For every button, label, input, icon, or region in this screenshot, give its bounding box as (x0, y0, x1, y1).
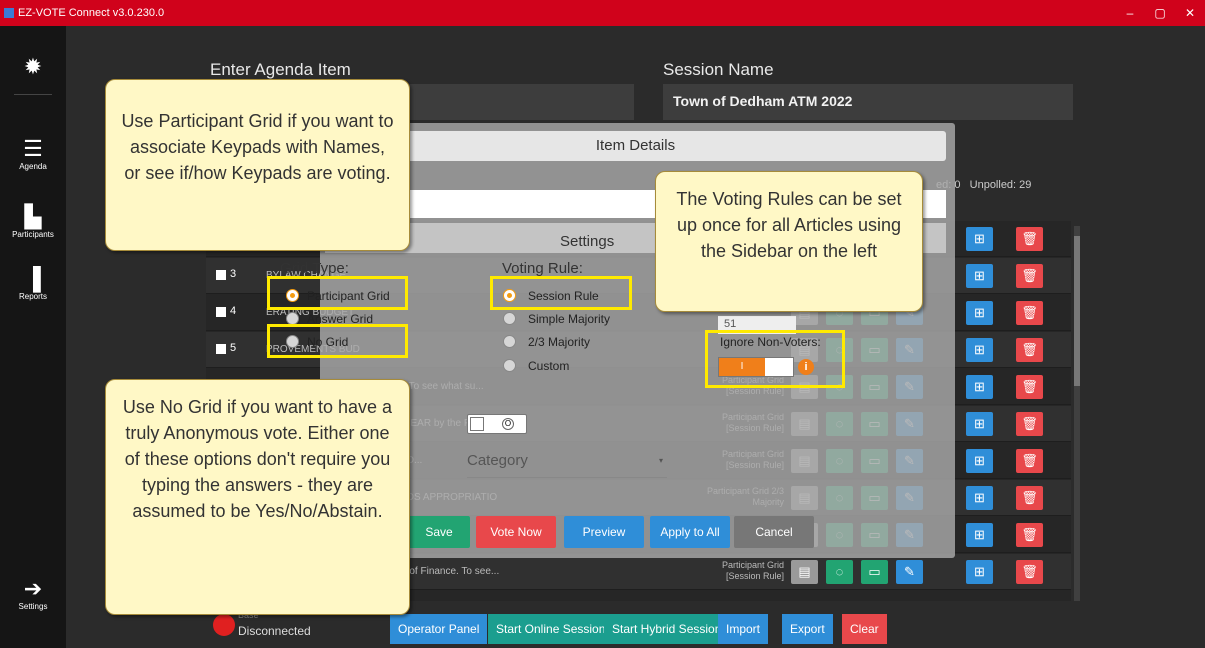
add-icon[interactable]: ⊞ (966, 412, 993, 436)
arrow-right-icon: ➔ (23, 576, 43, 601)
edit-icon[interactable]: ✎ (896, 560, 923, 584)
callout-participant-grid: Use Participant Grid if you want to asso… (105, 79, 410, 251)
sidebar-item-label: Reports (18, 292, 47, 301)
apply-to-all-button[interactable]: Apply to All (650, 516, 730, 548)
add-icon[interactable]: ⊞ (966, 375, 993, 399)
add-icon[interactable]: ⊞ (966, 449, 993, 473)
chat-icon[interactable]: ◌ (826, 560, 853, 584)
start-online-session-button[interactable]: Start Online Session (488, 614, 614, 644)
add-icon[interactable]: ⊞ (966, 560, 993, 584)
start-hybrid-session-button[interactable]: Start Hybrid Session (604, 614, 730, 644)
callout-no-grid: Use No Grid if you want to have a truly … (105, 379, 410, 615)
two-thirds-majority-radio[interactable] (503, 335, 516, 348)
sidebar-item-settings[interactable]: ➔ Settings (0, 576, 66, 611)
trash-icon[interactable]: 🗑 (1016, 227, 1043, 251)
trash-icon[interactable]: 🗑 (1016, 375, 1043, 399)
settings-heading: Settings (560, 233, 615, 250)
chevron-down-icon: ▾ (658, 456, 663, 465)
add-icon[interactable]: ⊞ (966, 301, 993, 325)
keypad-icon: ▙ (24, 204, 42, 229)
row-rule: Participant Grid [Session Rule] (721, 560, 784, 581)
clear-button[interactable]: Clear (842, 614, 887, 644)
toggle-knob (470, 417, 484, 431)
sidebar-item-label: Participants (12, 230, 54, 239)
export-button[interactable]: Export (782, 614, 833, 644)
operator-panel-button[interactable]: Operator Panel (390, 614, 488, 644)
add-icon[interactable]: ⊞ (966, 338, 993, 362)
close-button[interactable]: ✕ (1175, 6, 1205, 20)
sidebar: ✹ ☰ Agenda ▙ Participants ▐ Reports ➔ Se… (0, 26, 66, 648)
sidebar-item-participants[interactable]: ▙ Participants (0, 204, 66, 239)
custom-rule-radio[interactable] (503, 359, 516, 372)
toggle-off-symbol: O (502, 418, 514, 430)
row-number: 4 (230, 305, 237, 317)
sidebar-divider (14, 94, 52, 95)
custom-rule-label: Custom (528, 359, 570, 373)
minimize-button[interactable]: – (1115, 6, 1145, 20)
clipboard-icon[interactable]: ▤ (791, 560, 818, 584)
sidebar-item-agenda[interactable]: ☰ Agenda (0, 136, 66, 171)
dialog-title: Item Details (325, 131, 946, 161)
trash-icon[interactable]: 🗑 (1016, 338, 1043, 362)
voting-rule-label: Voting Rule: (502, 260, 583, 277)
preview-button[interactable]: Preview (564, 516, 644, 548)
session-label: Session Name (663, 60, 774, 79)
window-title: EZ-VOTE Connect v3.0.230.0 (18, 7, 165, 19)
highlight-no-grid (267, 324, 408, 358)
highlight-ignore-non-voters (705, 330, 845, 388)
row-number: 5 (230, 342, 237, 354)
anonymous-toggle[interactable]: O (467, 414, 527, 434)
app-icon (4, 8, 14, 18)
sidebar-item-label: Settings (18, 602, 48, 611)
simple-majority-radio[interactable] (503, 312, 516, 325)
bar-chart-icon: ▐ (25, 266, 41, 291)
agenda-label: Enter Agenda Item (210, 60, 351, 79)
trash-icon[interactable]: 🗑 (1016, 486, 1043, 510)
add-icon[interactable]: ⊞ (966, 523, 993, 547)
trash-icon[interactable]: 🗑 (1016, 449, 1043, 473)
vote-now-button[interactable]: Vote Now (476, 516, 556, 548)
row-number: 3 (230, 268, 237, 280)
add-icon[interactable]: ⊞ (966, 227, 993, 251)
highlight-session-rule (490, 276, 632, 310)
add-icon[interactable]: ⊞ (966, 486, 993, 510)
row-checkbox[interactable] (216, 307, 226, 317)
category-placeholder: Category (467, 452, 528, 469)
sidebar-item-reports[interactable]: ▐ Reports (0, 266, 66, 301)
trash-icon[interactable]: 🗑 (1016, 560, 1043, 584)
trash-icon[interactable]: 🗑 (1016, 412, 1043, 436)
trash-icon[interactable]: 🗑 (1016, 264, 1043, 288)
connection-status: Disconnected (238, 624, 311, 638)
callout-voting-rules: The Voting Rules can be set up once for … (655, 171, 923, 312)
row-checkbox[interactable] (216, 270, 226, 280)
sidebar-item-gear[interactable]: ✹ (0, 54, 66, 80)
title-bar: EZ-VOTE Connect v3.0.230.0 – ▢ ✕ (0, 0, 1205, 26)
ballot-icon[interactable]: ▭ (861, 560, 888, 584)
sidebar-item-label: Agenda (19, 162, 47, 171)
category-select[interactable]: Category ▾ (467, 448, 667, 478)
save-button[interactable]: Save (408, 516, 470, 548)
list-icon: ☰ (23, 136, 43, 161)
scrollbar-thumb[interactable] (1074, 236, 1080, 386)
simple-majority-label: Simple Majority (528, 312, 611, 326)
highlight-participant-grid (267, 276, 408, 310)
two-thirds-majority-label: 2/3 Majority (528, 335, 591, 349)
trash-icon[interactable]: 🗑 (1016, 523, 1043, 547)
connection-status-icon (213, 614, 235, 636)
gear-icon: ✹ (23, 54, 43, 79)
session-name-field[interactable]: Town of Dedham ATM 2022 (663, 84, 1073, 120)
trash-icon[interactable]: 🗑 (1016, 301, 1043, 325)
restore-button[interactable]: ▢ (1145, 6, 1175, 20)
import-button[interactable]: Import (718, 614, 769, 644)
cancel-button[interactable]: Cancel (734, 516, 814, 548)
grid-type-label: Grid Type: (280, 260, 349, 277)
row-checkbox[interactable] (216, 344, 226, 354)
add-icon[interactable]: ⊞ (966, 264, 993, 288)
